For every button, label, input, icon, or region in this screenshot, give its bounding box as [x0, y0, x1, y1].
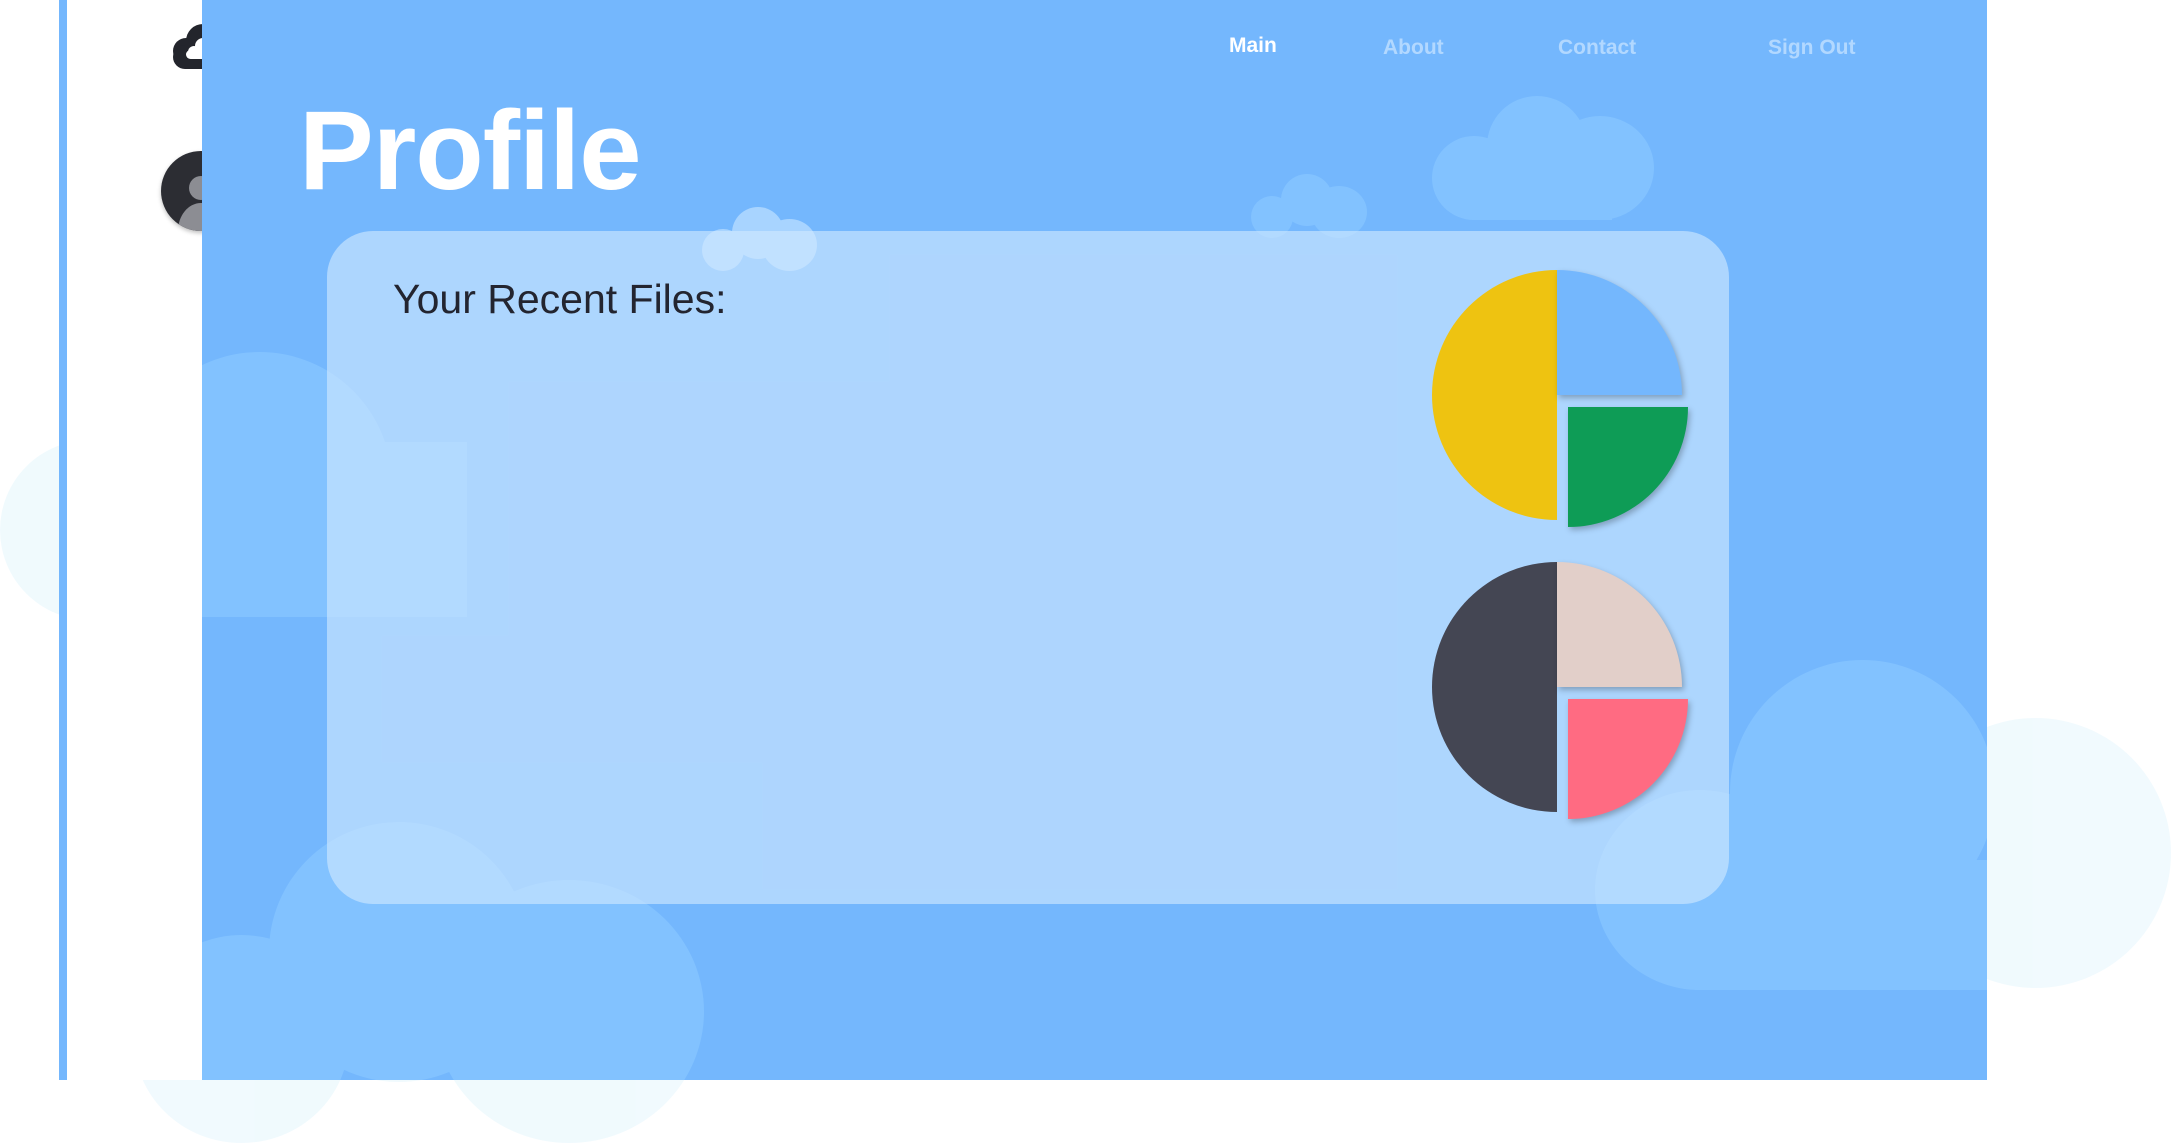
nav-about-link[interactable]: About — [1383, 36, 1444, 60]
recent-files-panel: Your Recent Files: — [327, 231, 1729, 904]
app-window: Main About Contact Sign Out Profile Your… — [0, 0, 2171, 1143]
accent-line — [59, 0, 67, 1080]
nav-sign-out-link[interactable]: Sign Out — [1768, 36, 1856, 60]
nav-contact-link[interactable]: Contact — [1558, 36, 1636, 60]
nav-main-link[interactable]: Main — [1229, 34, 1277, 58]
chart-slice — [1557, 562, 1682, 687]
main-area: Main About Contact Sign Out Profile Your… — [202, 0, 1987, 1080]
recent-file-chart-1[interactable] — [1432, 270, 1698, 536]
cloud-decoration — [1432, 96, 1654, 220]
recent-file-chart-2[interactable] — [1432, 562, 1698, 828]
cloud-decoration — [1251, 174, 1367, 238]
chart-slice — [1432, 270, 1557, 520]
chart-slice — [1432, 562, 1557, 812]
chart-slice — [1568, 699, 1688, 819]
chart-slice — [1557, 270, 1682, 395]
page-title: Profile — [299, 88, 642, 213]
sidebar — [67, 0, 241, 1080]
recent-files-heading: Your Recent Files: — [393, 276, 727, 322]
chart-slice — [1568, 407, 1688, 527]
